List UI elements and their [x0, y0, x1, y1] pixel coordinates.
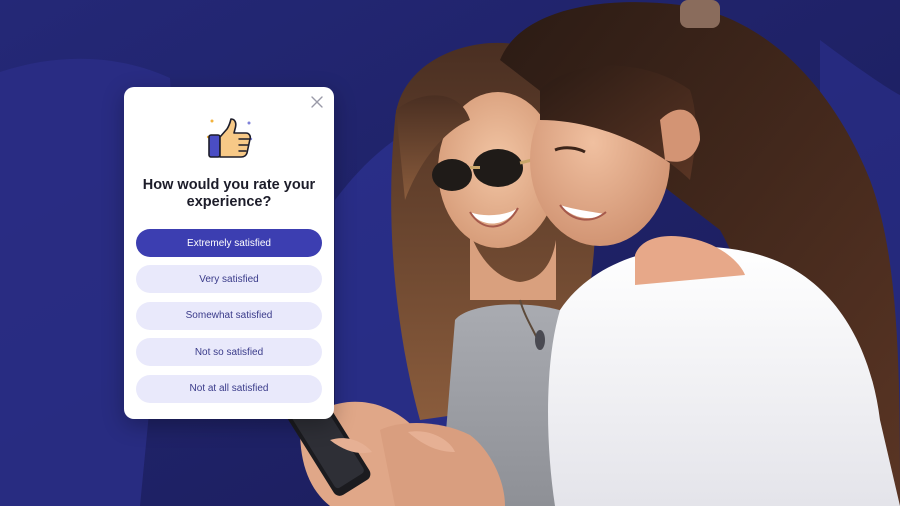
survey-question: How would you rate your experience? [142, 177, 316, 210]
option-not-at-all-satisfied[interactable]: Not at all satisfied [136, 374, 322, 403]
option-not-so-satisfied[interactable]: Not so satisfied [136, 338, 322, 367]
option-somewhat-satisfied[interactable]: Somewhat satisfied [136, 301, 322, 330]
hair-clip [680, 0, 720, 28]
survey-popup: How would you rate your experience? Extr… [124, 87, 334, 419]
thumbs-up-icon [206, 118, 253, 158]
option-very-satisfied[interactable]: Very satisfied [136, 265, 322, 294]
close-button[interactable] [308, 93, 326, 111]
rating-options: Extremely satisfied Very satisfied Somew… [136, 229, 322, 411]
option-extremely-satisfied[interactable]: Extremely satisfied [136, 229, 322, 257]
close-icon [311, 96, 323, 108]
